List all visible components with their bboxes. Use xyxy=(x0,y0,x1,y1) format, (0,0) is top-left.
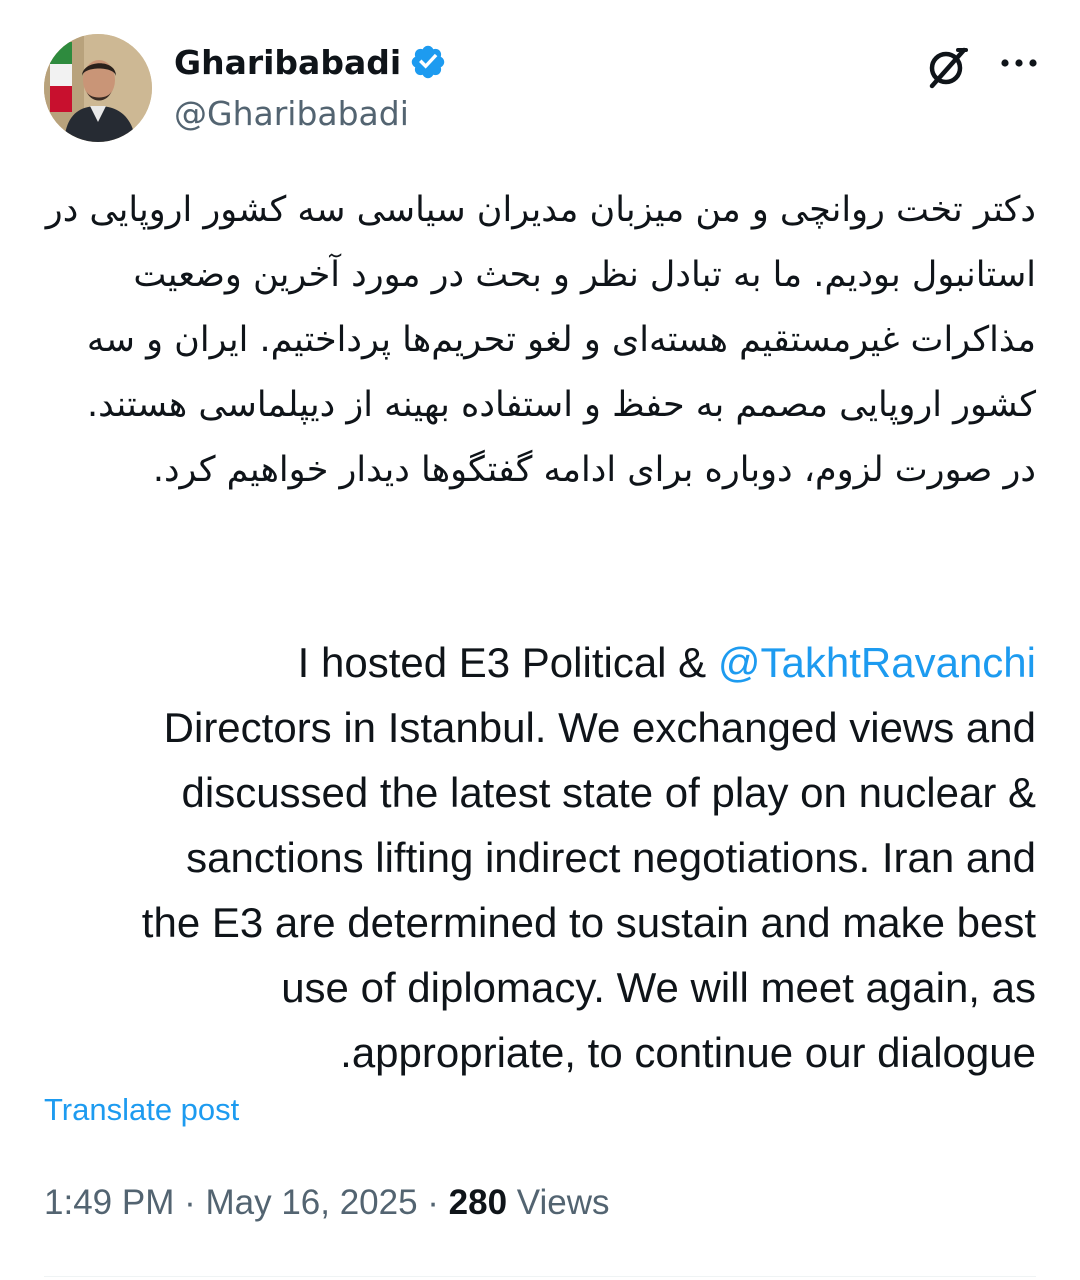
divider xyxy=(44,1276,1036,1277)
post-time[interactable]: 1:49 PM xyxy=(44,1183,174,1222)
display-name[interactable]: Gharibabadi xyxy=(174,43,401,82)
views-label: Views xyxy=(507,1183,610,1222)
post-text-english: I hosted E3 Political & @TakhtRavanchi D… xyxy=(36,630,1036,1085)
post-meta: 1:49 PM · May 16, 2025 · 280 Views xyxy=(44,1183,610,1223)
translate-post-link[interactable]: Translate post xyxy=(44,1092,239,1128)
profile-photo-icon xyxy=(44,34,152,142)
post-line: Directors in Istanbul. We exchanged view… xyxy=(163,704,1036,751)
meta-separator: · xyxy=(174,1183,206,1222)
verified-badge-icon[interactable] xyxy=(409,43,447,81)
user-handle[interactable]: @Gharibabadi xyxy=(174,94,447,133)
meta-separator: · xyxy=(417,1183,449,1222)
post-line: sanctions lifting indirect negotiations.… xyxy=(186,834,1036,881)
mention-link[interactable]: @TakhtRavanchi xyxy=(718,639,1036,686)
post-line: discussed the latest state of play on nu… xyxy=(181,769,1037,816)
post-text-persian: دکتر تخت روانچی و من میزبان مدیران سیاسی… xyxy=(45,190,1036,490)
views-count: 280 xyxy=(448,1183,508,1222)
post-line: I hosted E3 Political & @TakhtRavanchi xyxy=(36,630,1036,695)
post-line: the E3 are determined to sustain and mak… xyxy=(141,899,1036,946)
post-line: use of diplomacy. We will meet again, as xyxy=(281,964,1036,1011)
post-date[interactable]: May 16, 2025 xyxy=(205,1183,417,1222)
post-line-text: I hosted E3 Political & xyxy=(297,639,718,686)
post-line: .appropriate, to continue our dialogue xyxy=(340,1029,1036,1076)
grok-icon[interactable] xyxy=(924,44,970,90)
avatar[interactable] xyxy=(44,34,152,142)
more-icon[interactable] xyxy=(998,48,1040,78)
post-header: Gharibabadi @Gharibabadi xyxy=(44,34,1040,144)
